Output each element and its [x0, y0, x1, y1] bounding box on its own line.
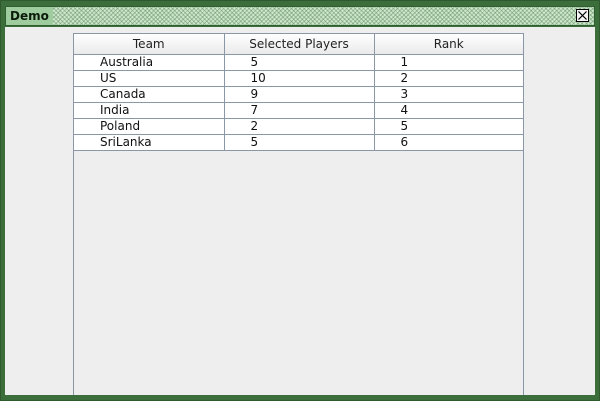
- selected-players-cell[interactable]: 5: [224, 54, 375, 71]
- selected-players-cell[interactable]: 9: [224, 86, 375, 103]
- rank-cell[interactable]: 2: [374, 70, 523, 87]
- table-row[interactable]: Australia 5 1: [74, 54, 523, 71]
- teams-table: Team Selected Players Rank Australia 5 1…: [74, 34, 523, 151]
- selected-players-cell[interactable]: 2: [224, 118, 375, 135]
- table-scroll-pane[interactable]: Team Selected Players Rank Australia 5 1…: [73, 33, 524, 395]
- column-header-rank[interactable]: Rank: [374, 34, 523, 55]
- column-header-selected-players[interactable]: Selected Players: [224, 34, 375, 55]
- demo-window: Demo Team Selected Players Rank Australi…: [0, 0, 600, 401]
- table-row[interactable]: US 10 2: [74, 70, 523, 87]
- selected-players-cell[interactable]: 5: [224, 134, 375, 151]
- title-bar[interactable]: Demo: [5, 6, 595, 26]
- content-pane: Team Selected Players Rank Australia 5 1…: [5, 27, 595, 395]
- team-cell[interactable]: Canada: [74, 86, 225, 103]
- team-cell[interactable]: Australia: [74, 54, 225, 71]
- team-cell[interactable]: US: [74, 70, 225, 87]
- table-row[interactable]: India 7 4: [74, 102, 523, 119]
- table-row[interactable]: Canada 9 3: [74, 86, 523, 103]
- column-header-team[interactable]: Team: [74, 34, 225, 55]
- rank-cell[interactable]: 6: [374, 134, 523, 151]
- rank-cell[interactable]: 1: [374, 54, 523, 71]
- table-row[interactable]: SriLanka 5 6: [74, 134, 523, 151]
- table-header-row: Team Selected Players Rank: [74, 34, 523, 55]
- table-row[interactable]: Poland 2 5: [74, 118, 523, 135]
- rank-cell[interactable]: 4: [374, 102, 523, 119]
- selected-players-cell[interactable]: 10: [224, 70, 375, 87]
- selected-players-cell[interactable]: 7: [224, 102, 375, 119]
- team-cell[interactable]: SriLanka: [74, 134, 225, 151]
- close-button[interactable]: [576, 9, 589, 22]
- team-cell[interactable]: India: [74, 102, 225, 119]
- team-cell[interactable]: Poland: [74, 118, 225, 135]
- window-title: Demo: [6, 7, 53, 25]
- rank-cell[interactable]: 5: [374, 118, 523, 135]
- close-icon: [578, 11, 587, 20]
- rank-cell[interactable]: 3: [374, 86, 523, 103]
